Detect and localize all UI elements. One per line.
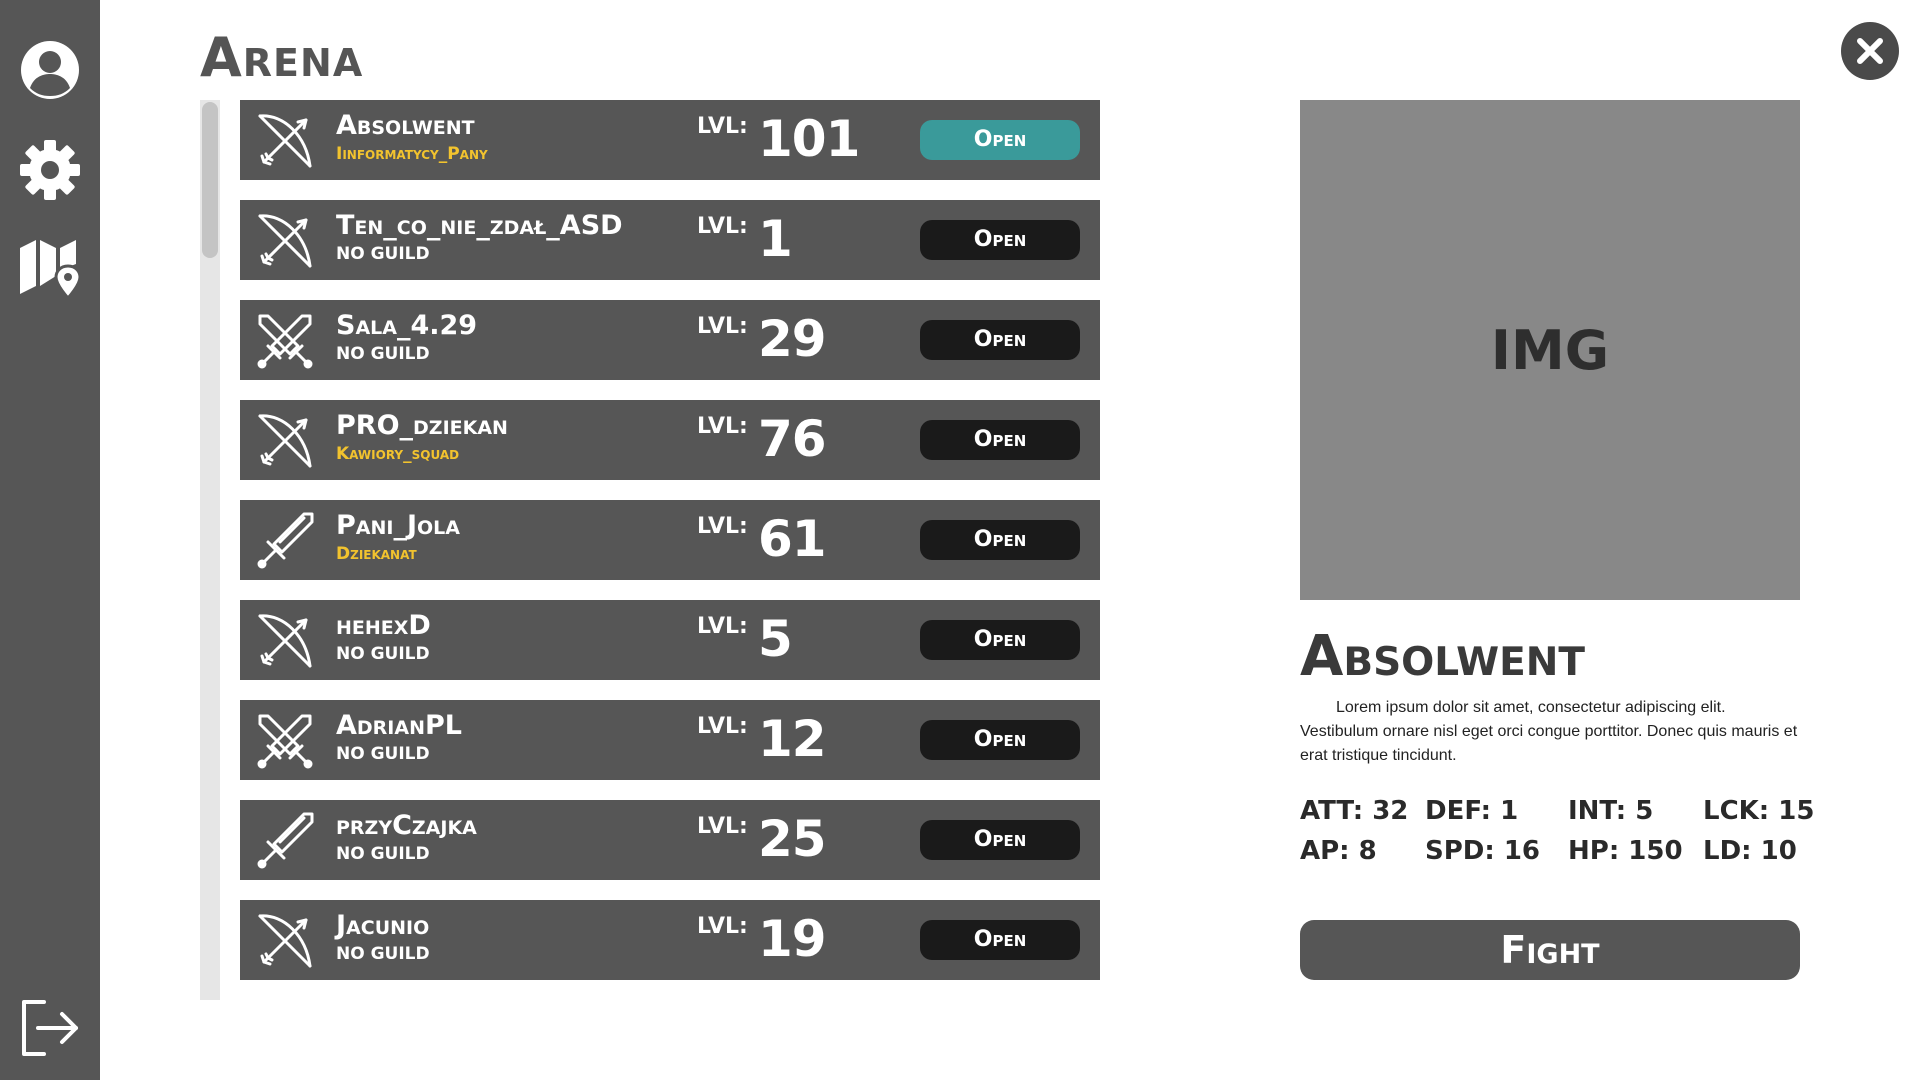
open-button[interactable]: Open: [920, 520, 1080, 560]
opponent-row[interactable]: Jacunio NO GUILD LVL: 19 Open: [240, 900, 1100, 980]
opponent-row[interactable]: Pani_Jola Dziekanat LVL: 61 Open: [240, 500, 1100, 580]
opponent-guild: NO GUILD: [336, 244, 430, 264]
sidebar: [0, 0, 100, 1080]
opponent-row[interactable]: AdrianPL NO GUILD LVL: 12 Open: [240, 700, 1100, 780]
opponent-list: Absolwent Iinformatycy_Pany LVL: 101 Open Ten…: [240, 100, 1100, 1000]
bow-icon: [254, 910, 316, 972]
opponent-guild: Kawiory_squad: [336, 444, 460, 464]
map-icon[interactable]: [18, 236, 82, 300]
crossed-swords-icon: [254, 310, 316, 372]
crossed-swords-icon: [254, 710, 316, 772]
opponent-name: Absolwent: [336, 110, 475, 141]
stat-ap: AP: 8: [1300, 836, 1377, 866]
opponent-guild: NO GUILD: [336, 644, 430, 664]
level-label: LVL:: [697, 914, 748, 939]
stat-int: INT: 5: [1568, 796, 1654, 826]
page-title: Arena: [200, 26, 364, 89]
close-button[interactable]: [1841, 22, 1899, 80]
level-label: LVL:: [697, 414, 748, 439]
level-value: 76: [758, 410, 827, 468]
stat-att: ATT: 32: [1300, 796, 1409, 826]
stat-spd: SPD: 16: [1425, 836, 1540, 866]
logout-icon[interactable]: [18, 996, 82, 1060]
opponent-guild: NO GUILD: [336, 944, 430, 964]
level-value: 1: [758, 210, 793, 268]
opponent-name: przyCzajka: [336, 810, 477, 841]
stat-hp: HP: 150: [1568, 836, 1683, 866]
opponent-row[interactable]: hehexD NO GUILD LVL: 5 Open: [240, 600, 1100, 680]
bow-icon: [254, 110, 316, 172]
level-label: LVL:: [697, 214, 748, 239]
level-value: 25: [758, 810, 827, 868]
fight-button[interactable]: Fight: [1300, 920, 1800, 980]
level-label: LVL:: [697, 514, 748, 539]
bow-icon: [254, 610, 316, 672]
opponent-row[interactable]: Ten_co_nie_zdał_ASD NO GUILD LVL: 1 Open: [240, 200, 1100, 280]
level-value: 61: [758, 510, 827, 568]
sword-icon: [254, 510, 316, 572]
opponent-description: Lorem ipsum dolor sit amet, consectetur …: [1300, 699, 1798, 764]
opponent-image-placeholder: IMG: [1300, 100, 1800, 600]
stat-def: DEF: 1: [1425, 796, 1519, 826]
level-value: 12: [758, 710, 827, 768]
selected-opponent-name: Absolwent: [1300, 624, 1586, 689]
level-label: LVL:: [697, 614, 748, 639]
opponent-guild: Iinformatycy_Pany: [336, 144, 488, 164]
open-button[interactable]: Open: [920, 320, 1080, 360]
opponent-name: Jacunio: [336, 910, 430, 941]
opponent-name: AdrianPL: [336, 710, 462, 741]
scrollbar-track[interactable]: [200, 100, 220, 1000]
bow-icon: [254, 210, 316, 272]
opponent-row[interactable]: przyCzajka NO GUILD LVL: 25 Open: [240, 800, 1100, 880]
opponent-row[interactable]: PRO_dziekan Kawiory_squad LVL: 76 Open: [240, 400, 1100, 480]
sword-icon: [254, 810, 316, 872]
open-button[interactable]: Open: [920, 620, 1080, 660]
open-button[interactable]: Open: [920, 420, 1080, 460]
open-button[interactable]: Open: [920, 720, 1080, 760]
opponent-name: Sala_4.29: [336, 310, 478, 341]
level-label: LVL:: [697, 714, 748, 739]
stat-ld: LD: 10: [1703, 836, 1797, 866]
level-label: LVL:: [697, 814, 748, 839]
level-value: 101: [758, 110, 860, 168]
open-button[interactable]: Open: [920, 920, 1080, 960]
level-value: 29: [758, 310, 827, 368]
image-label: IMG: [1490, 318, 1610, 382]
level-value: 19: [758, 910, 827, 968]
open-button[interactable]: Open: [920, 120, 1080, 160]
opponent-guild: NO GUILD: [336, 844, 430, 864]
level-label: LVL:: [697, 314, 748, 339]
level-label: LVL:: [697, 114, 748, 139]
open-button[interactable]: Open: [920, 220, 1080, 260]
close-icon: [1857, 38, 1883, 64]
scrollbar-thumb[interactable]: [202, 102, 218, 258]
opponent-name: PRO_dziekan: [336, 410, 508, 441]
opponent-name: Ten_co_nie_zdał_ASD: [336, 210, 623, 241]
opponent-name: hehexD: [336, 610, 431, 641]
opponent-name: Pani_Jola: [336, 510, 460, 541]
opponent-row[interactable]: Absolwent Iinformatycy_Pany LVL: 101 Open: [240, 100, 1100, 180]
opponent-guild: Dziekanat: [336, 544, 417, 564]
bow-icon: [254, 410, 316, 472]
gear-icon[interactable]: [18, 138, 82, 202]
stat-lck: LCK: 15: [1703, 796, 1815, 826]
user-icon[interactable]: [18, 38, 82, 102]
opponent-guild: NO GUILD: [336, 344, 430, 364]
level-value: 5: [758, 610, 793, 668]
open-button[interactable]: Open: [920, 820, 1080, 860]
opponent-guild: NO GUILD: [336, 744, 430, 764]
opponent-row[interactable]: Sala_4.29 NO GUILD LVL: 29 Open: [240, 300, 1100, 380]
